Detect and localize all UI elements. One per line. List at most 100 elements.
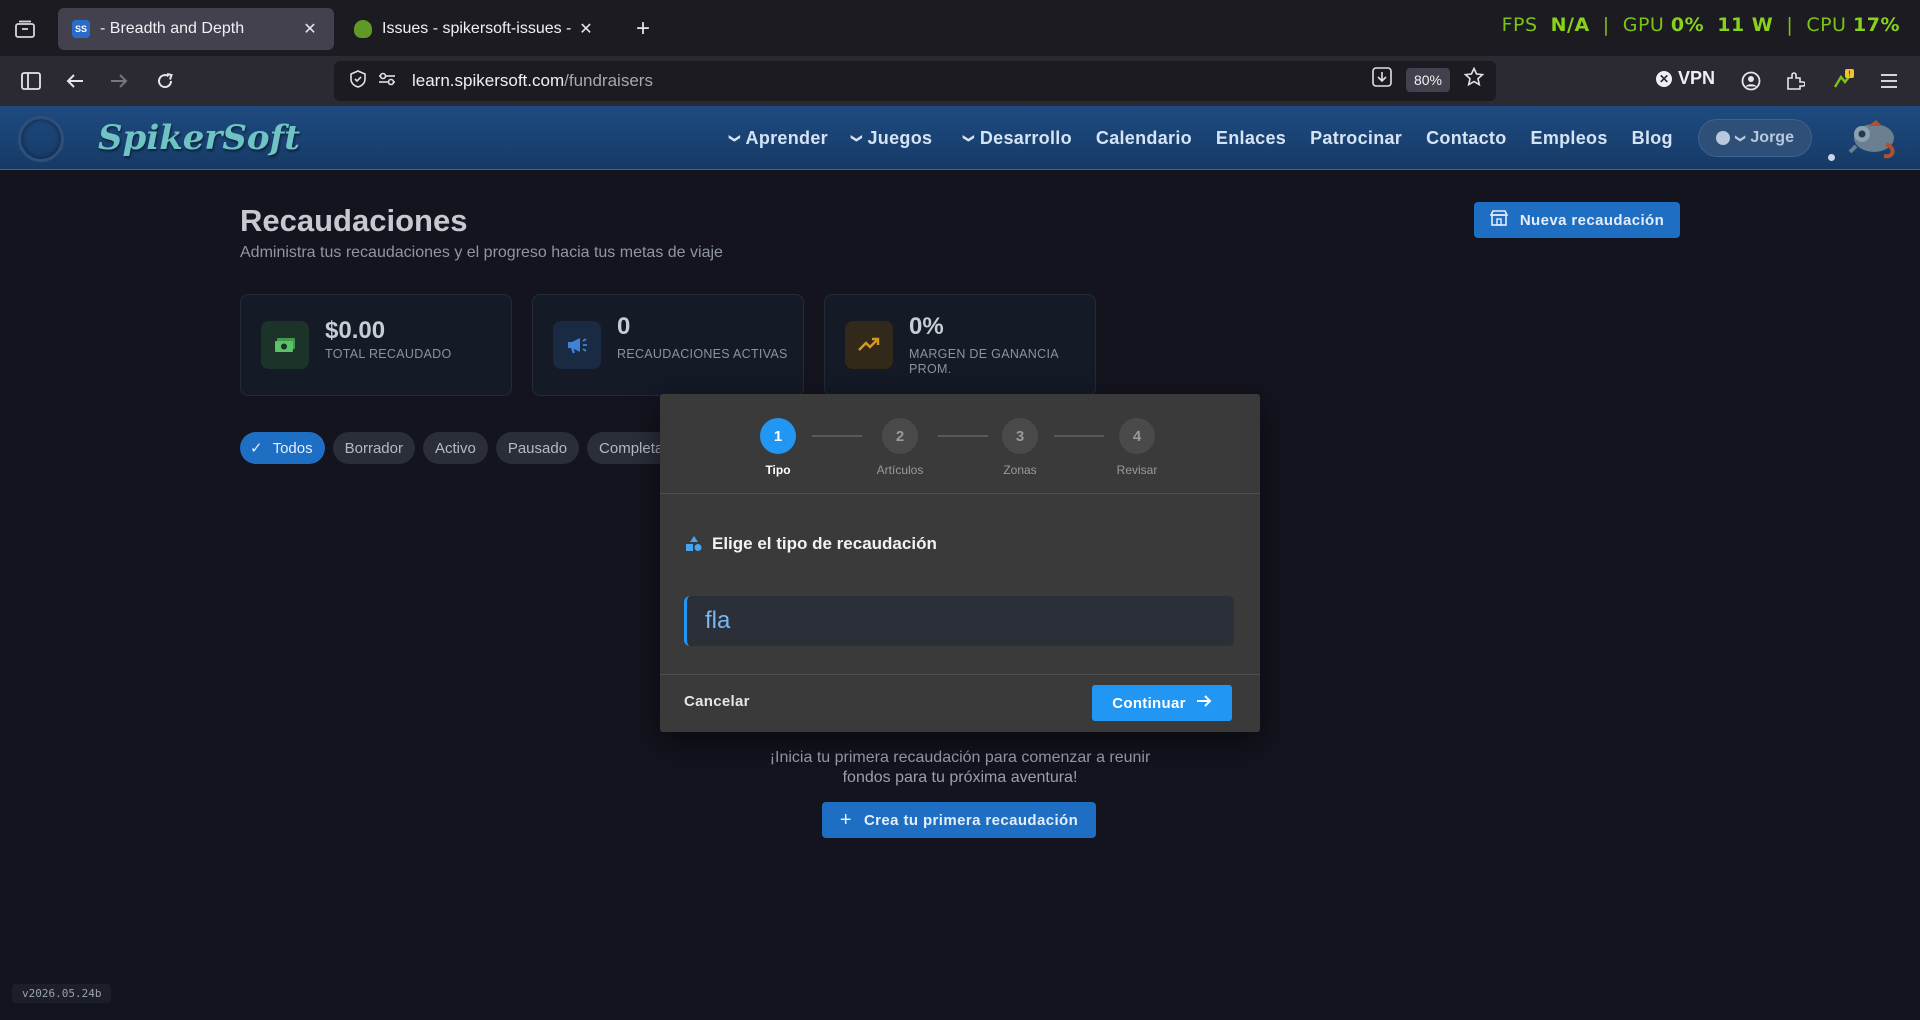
nav-enlaces[interactable]: Enlaces	[1216, 128, 1286, 149]
stat-label: MARGEN DE GANANCIA PROM.	[909, 347, 1059, 376]
extensions-icon[interactable]	[1780, 66, 1810, 96]
close-tab-icon[interactable]: ✕	[576, 19, 596, 39]
plus-icon: +	[839, 808, 852, 831]
gitea-favicon-icon	[354, 20, 372, 38]
fps-value: N/A	[1550, 14, 1590, 36]
filter-todos[interactable]: ✓ Todos	[240, 432, 325, 464]
create-first-fundraiser-label: Crea tu primera recaudación	[863, 811, 1079, 829]
cpu-value: 17%	[1853, 14, 1900, 36]
browser-nav-bar: learn.spikersoft.com/fundraisers 80% ✕ V…	[0, 56, 1920, 106]
stat-label: RECAUDACIONES ACTIVAS	[617, 347, 788, 361]
empty-state-text: ¡Inicia tu primera recaudación para come…	[769, 749, 1151, 786]
extension-alert-icon[interactable]: !	[1828, 66, 1858, 96]
page-subtitle: Administra tus recaudaciones y el progre…	[240, 244, 723, 261]
cpu-label: CPU	[1806, 14, 1847, 36]
nav-contacto[interactable]: Contacto	[1426, 128, 1506, 149]
url-bar[interactable]: learn.spikersoft.com/fundraisers 80%	[334, 61, 1496, 101]
wizard-stepper: 1 Tipo 2 Artículos 3 Zonas 4 Revisar	[660, 394, 1260, 494]
tab-breadth-and-depth[interactable]: SS - Breadth and Depth ✕	[58, 8, 334, 50]
version-badge: v2026.05.24b	[12, 984, 112, 1003]
download-page-icon[interactable]	[1372, 67, 1392, 92]
stat-label: TOTAL RECAUDADO	[325, 347, 452, 361]
vpn-off-icon: ✕	[1656, 70, 1672, 87]
new-fundraiser-label: Nueva recaudación	[1519, 211, 1665, 229]
nav-calendario[interactable]: Calendario	[1096, 128, 1192, 149]
step-connector	[812, 435, 862, 437]
tab-title: Issues - spikersoft-issues - Gitea	[382, 20, 576, 37]
modal-heading-text: Elige el tipo de recaudación	[712, 534, 937, 553]
stat-card-active-fundraisers: 0 RECAUDACIONES ACTIVAS	[532, 294, 804, 396]
nav-desarrollo[interactable]: ❯ Desarrollo	[963, 128, 1072, 149]
nav-patrocinar[interactable]: Patrocinar	[1310, 128, 1402, 149]
continue-button[interactable]: Continuar	[1092, 685, 1232, 721]
create-first-fundraiser-button[interactable]: + Crea tu primera recaudación	[822, 802, 1096, 838]
site-logo[interactable]: SpikerSoft	[98, 118, 300, 158]
step-label: Revisar	[1116, 463, 1158, 477]
continue-label: Continuar	[1112, 694, 1186, 712]
step-revisar[interactable]: 4 Revisar	[1097, 418, 1177, 477]
new-fundraiser-button[interactable]: Nueva recaudación	[1474, 202, 1680, 238]
step-articulos[interactable]: 2 Artículos	[860, 418, 940, 477]
site-header: SpikerSoft ❯ Aprender ❯ Juegos ❯ Desarrollo…	[0, 106, 1920, 170]
filter-activo[interactable]: Activo	[422, 432, 488, 464]
storefront-icon	[1489, 210, 1509, 230]
sidebar-toggle-icon[interactable]	[16, 66, 46, 96]
stat-card-avg-margin: 0% MARGEN DE GANANCIA PROM.	[824, 294, 1096, 396]
account-icon[interactable]	[1736, 66, 1766, 96]
create-fundraiser-modal: 1 Tipo 2 Artículos 3 Zonas 4 Revisar Eli…	[660, 394, 1260, 732]
step-tipo[interactable]: 1 Tipo	[738, 418, 818, 477]
user-menu-button[interactable]: ❯ Jorge	[1698, 119, 1812, 157]
url-path: /fundraisers	[564, 71, 653, 90]
nav-juegos[interactable]: ❯ Juegos	[850, 128, 932, 149]
back-icon[interactable]	[60, 66, 90, 96]
gpu-label: GPU	[1622, 14, 1665, 36]
fps-label: FPS	[1501, 14, 1538, 36]
filter-pausado[interactable]: Pausado	[495, 432, 580, 464]
stat-card-total-raised: $0.00 TOTAL RECAUDADO	[240, 294, 512, 396]
chevron-down-icon: ❯	[728, 133, 741, 143]
browser-tab-bar: SS - Breadth and Depth ✕ Issues - spiker…	[0, 0, 1920, 56]
user-icon	[1716, 131, 1731, 145]
tracking-protection-shield-icon[interactable]	[344, 69, 372, 93]
chevron-down-icon: ❯	[850, 133, 863, 143]
status-filter-chips: ✓ Todos Borrador Activo Pausado Completad…	[240, 432, 692, 464]
arrow-right-icon	[1196, 694, 1212, 712]
site-nav: ❯ Aprender ❯ Juegos ❯ Desarrollo Calendario…	[728, 106, 1697, 170]
reload-icon[interactable]	[150, 66, 180, 96]
step-zonas[interactable]: 3 Zonas	[980, 418, 1060, 477]
forward-icon[interactable]	[104, 66, 134, 96]
vpn-button[interactable]: ✕ VPN	[1656, 68, 1715, 89]
user-name: Jorge	[1750, 129, 1794, 146]
cancel-button[interactable]: Cancelar	[684, 693, 750, 710]
filter-borrador[interactable]: Borrador	[332, 432, 415, 464]
tab-list-icon[interactable]	[10, 14, 40, 44]
site-permissions-icon[interactable]	[372, 72, 402, 91]
spikersoft-favicon-icon: SS	[72, 20, 90, 38]
stat-value: $0.00	[325, 317, 386, 344]
new-tab-icon[interactable]: +	[628, 14, 658, 44]
bookmark-star-icon[interactable]	[1463, 66, 1485, 92]
nav-blog[interactable]: Blog	[1632, 128, 1673, 149]
nav-aprender[interactable]: ❯ Aprender	[728, 128, 828, 149]
step-label: Zonas	[1003, 463, 1037, 477]
fundraiser-type-input[interactable]	[684, 596, 1234, 646]
stat-value: 0	[617, 313, 631, 340]
url-text[interactable]: learn.spikersoft.com/fundraisers	[412, 71, 653, 91]
zoom-level-badge[interactable]: 80%	[1405, 67, 1450, 92]
chameleon-mascot-icon[interactable]	[1846, 112, 1898, 164]
step-number: 4	[1119, 418, 1155, 454]
modal-heading: Elige el tipo de recaudación	[686, 534, 937, 554]
step-number: 2	[882, 418, 918, 454]
nav-empleos[interactable]: Empleos	[1531, 128, 1608, 149]
tab-gitea-issues[interactable]: Issues - spikersoft-issues - Gitea ✕	[340, 8, 610, 50]
shapes-icon	[686, 536, 702, 552]
status-dot	[1828, 154, 1835, 161]
close-tab-icon[interactable]: ✕	[300, 19, 320, 39]
tab-title: - Breadth and Depth	[100, 20, 245, 37]
chevron-down-icon: ❯	[1734, 133, 1746, 143]
stat-value: 0%	[909, 313, 944, 340]
site-logo-emblem-icon[interactable]	[18, 116, 64, 162]
step-number: 3	[1002, 418, 1038, 454]
menu-hamburger-icon[interactable]	[1874, 66, 1904, 96]
url-host: learn.spikersoft.com	[412, 71, 565, 90]
